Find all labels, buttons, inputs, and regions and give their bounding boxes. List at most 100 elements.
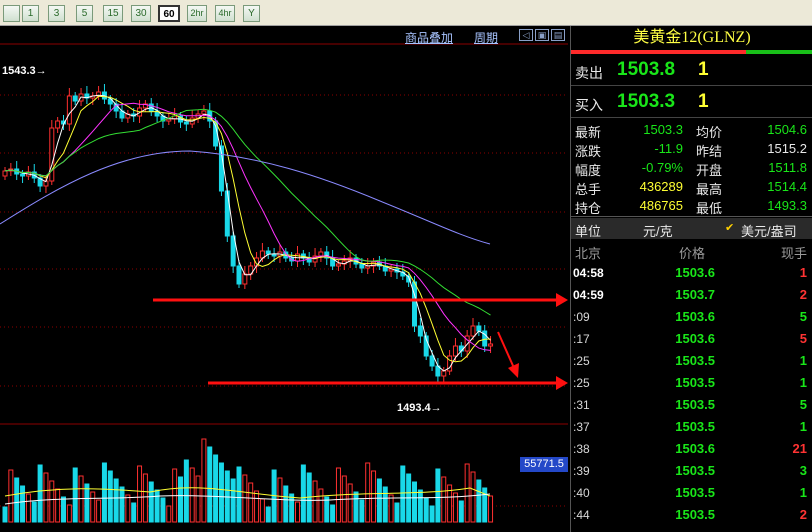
volume-bar — [25, 493, 31, 523]
buy-volume: 1 — [698, 91, 709, 112]
period-button-5[interactable]: 5 — [76, 5, 93, 22]
volume-bar — [119, 486, 125, 523]
tick-volume: 5 — [799, 309, 807, 324]
candle-body — [236, 265, 242, 285]
volume-bar — [417, 489, 423, 523]
sell-row: 卖出 1503.8 1 — [571, 56, 812, 86]
volume-bar — [458, 500, 464, 523]
period-button-60[interactable]: 60 — [158, 5, 180, 22]
volume-bar — [107, 470, 113, 523]
stats-row: 持仓 486765 最低 1493.3 — [571, 196, 812, 216]
volume-bar — [20, 485, 26, 523]
volume-bar — [61, 496, 66, 523]
bid-ask-bar — [571, 50, 812, 54]
overlay-link[interactable]: 商品叠加 — [405, 29, 453, 46]
period-button-3[interactable]: 3 — [48, 5, 65, 22]
period-toolbar: 1 3 5 15 30 60 2hr 4hr Y — [0, 0, 812, 26]
period-button-30[interactable]: 30 — [131, 5, 151, 22]
volume-bar — [131, 502, 137, 523]
unit-usd-option[interactable]: 美元/盎司 — [741, 221, 797, 240]
zoom-in-icon[interactable]: ▣ — [535, 29, 549, 41]
stat-label: 持仓 — [575, 201, 602, 216]
candle-body — [166, 118, 172, 122]
volume-bar — [283, 485, 289, 523]
zoom-out-icon[interactable]: ▤ — [551, 29, 565, 41]
volume-bar — [137, 465, 143, 523]
candle-body — [20, 173, 26, 177]
ma-line-white — [4, 94, 491, 372]
ticks-vol-header: 现手 — [780, 246, 807, 261]
tick-volume: 1 — [799, 419, 807, 434]
volume-bar — [248, 482, 254, 523]
stat-value: -11.9 — [654, 141, 683, 156]
stats-row: 涨跌 -11.9 昨结 1515.2 — [571, 139, 812, 159]
tick-time: :31 — [573, 398, 590, 412]
volume-bar — [55, 488, 61, 523]
volume-ma-white — [4, 493, 491, 505]
tick-time: :37 — [573, 420, 590, 434]
tick-row: :17 1503.6 5 — [571, 328, 812, 350]
ticks-header: 北京 价格 现手 — [571, 240, 812, 261]
tick-price: 1503.5 — [675, 397, 715, 412]
stat-value: 1514.4 — [767, 179, 807, 194]
period-button-1[interactable]: 1 — [22, 5, 39, 22]
stat-value: 1493.3 — [767, 198, 807, 213]
tick-time: :09 — [573, 310, 590, 324]
buy-price: 1503.3 — [617, 91, 676, 112]
candle-body — [359, 263, 365, 269]
tick-volume: 5 — [799, 331, 807, 346]
volume-bar — [400, 465, 406, 523]
tick-volume: 3 — [799, 463, 807, 478]
tick-time: 04:59 — [573, 288, 604, 302]
tick-price: 1503.5 — [675, 485, 715, 500]
volume-bar — [382, 486, 388, 523]
volume-bar — [470, 471, 476, 523]
volume-bar — [195, 475, 201, 523]
tick-price: 1503.5 — [675, 507, 715, 522]
scroll-left-icon[interactable]: ◁ — [519, 29, 533, 41]
divider — [571, 216, 812, 217]
volume-bar — [295, 501, 300, 523]
period-button-4hr[interactable]: 4hr — [215, 5, 235, 22]
period-button-y[interactable]: Y — [243, 5, 260, 22]
period-button-2hr[interactable]: 2hr — [187, 5, 207, 22]
candle-body — [55, 120, 61, 129]
stats-row: 总手 436289 最高 1514.4 — [571, 177, 812, 197]
volume-bar — [347, 483, 353, 523]
candle-body — [412, 281, 417, 327]
tick-row: :38 1503.6 21 — [571, 438, 812, 460]
volume-bar — [359, 499, 365, 523]
tick-volume: 2 — [799, 287, 807, 302]
candle-body — [242, 273, 248, 285]
candle-body — [66, 95, 72, 125]
period-button-15[interactable]: 15 — [103, 5, 123, 22]
stats-row: 最新 1503.3 均价 1504.6 — [571, 120, 812, 140]
volume-bar — [84, 483, 90, 523]
buy-row: 买入 1503.3 1 — [571, 88, 812, 118]
volume-bar — [452, 492, 458, 523]
high-price-label: 1543.3→ — [2, 65, 47, 77]
candle-body — [417, 325, 423, 337]
sell-label: 卖出 — [575, 65, 603, 81]
tick-volume: 2 — [799, 507, 807, 522]
volume-bar — [154, 489, 160, 523]
volume-bar — [236, 466, 242, 523]
candle-body — [183, 121, 189, 125]
ma-line-blue — [0, 150, 491, 245]
tick-price: 1503.5 — [675, 375, 715, 390]
left-arrow-icon[interactable] — [3, 5, 20, 22]
period-link[interactable]: 周期 — [474, 29, 498, 46]
candle-body — [72, 95, 78, 102]
volume-bar — [183, 459, 189, 523]
candle-body — [470, 325, 476, 337]
volume-bar — [423, 497, 429, 523]
quote-panel: 美黄金12(GLNZ) 卖出 1503.8 1 买入 1503.3 1 最新 15… — [570, 26, 812, 532]
volume-bar — [142, 473, 148, 523]
volume-bar — [113, 478, 119, 523]
volume-bar — [148, 481, 154, 523]
candle-body — [441, 370, 447, 377]
kline-chart[interactable]: 商品叠加 周期 ◁ ▣ ▤ 1543.3→ 1493.4→ 55771.5 — [0, 26, 568, 532]
unit-yuan-option[interactable]: 元/克 — [643, 221, 673, 240]
volume-bar — [394, 502, 400, 523]
stat-value: 1511.8 — [768, 160, 807, 175]
